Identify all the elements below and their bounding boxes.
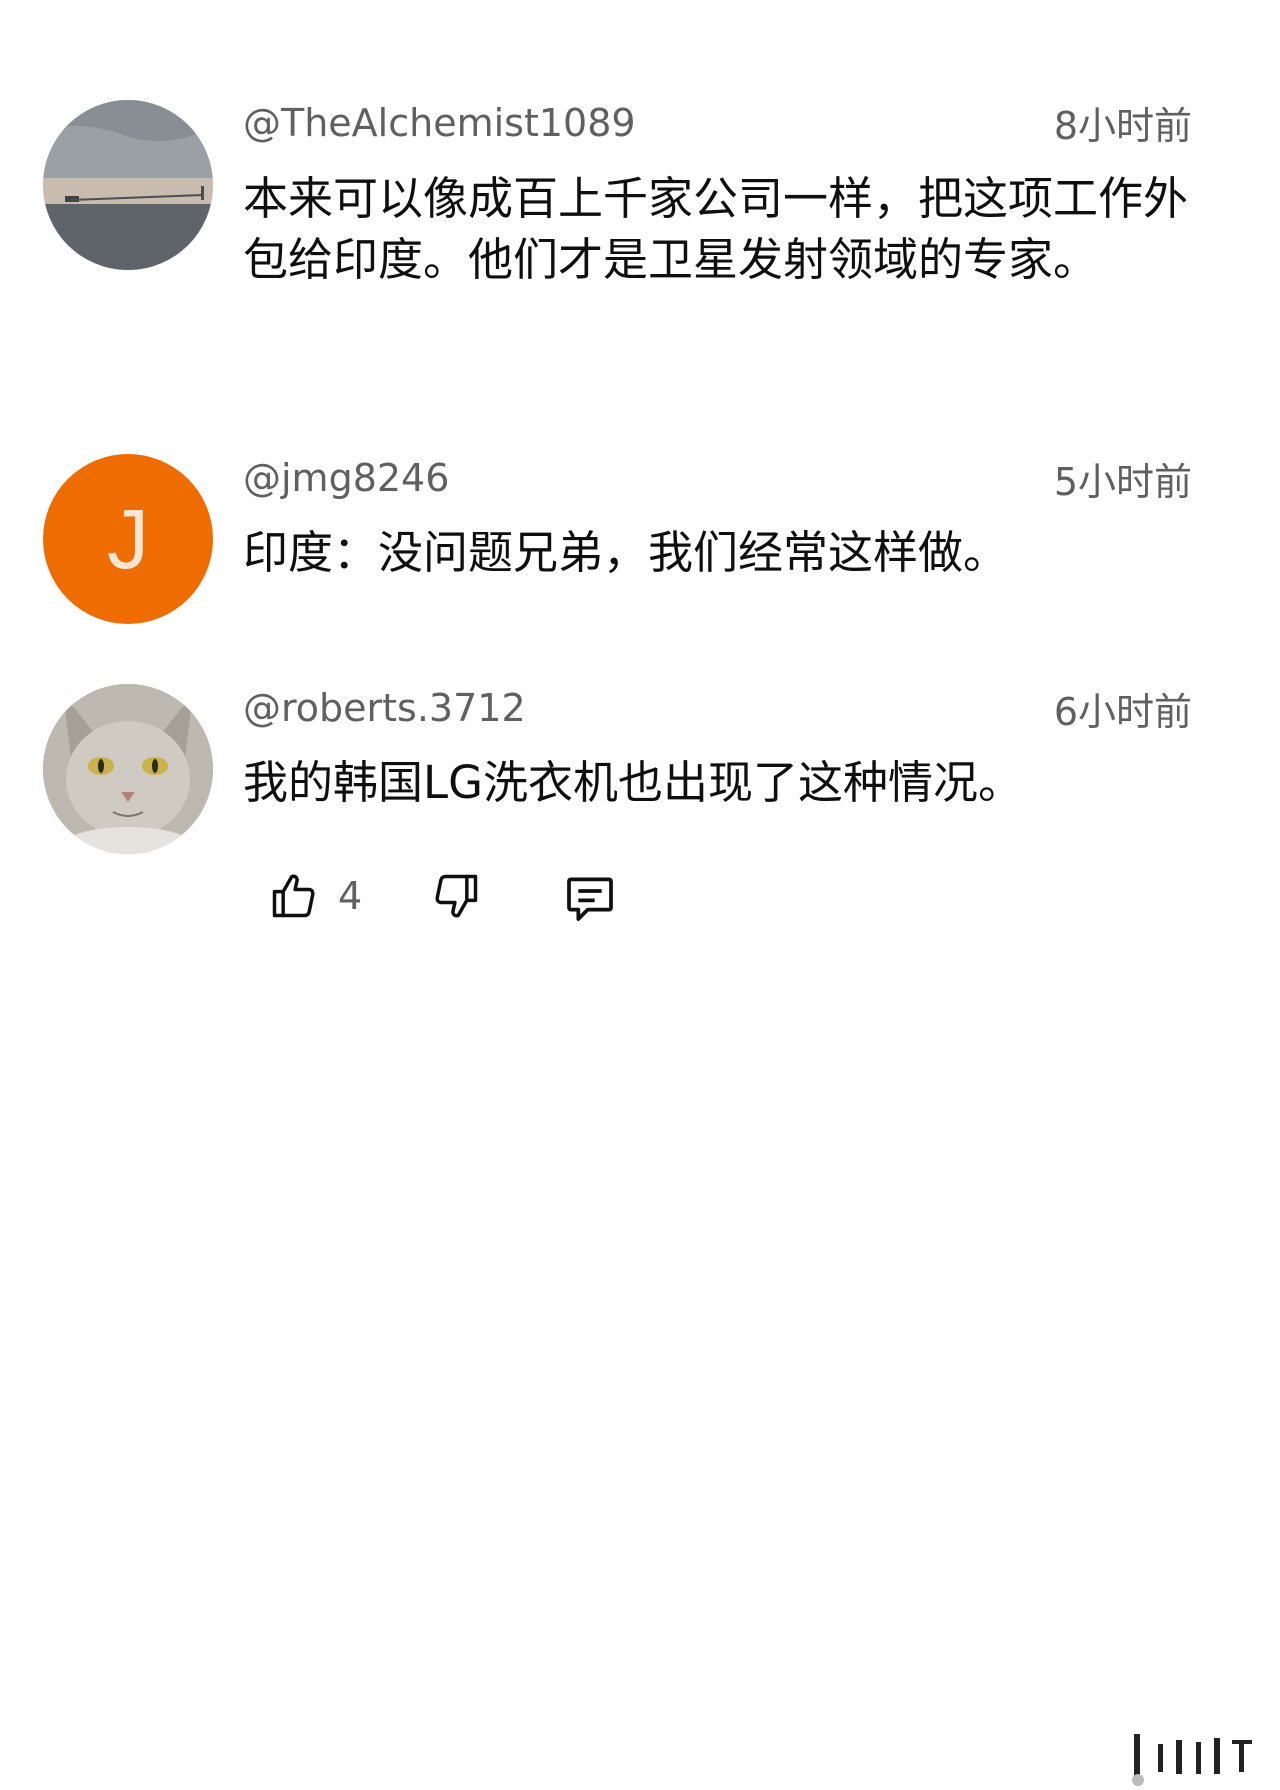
avatar[interactable] bbox=[43, 100, 213, 270]
avatar[interactable] bbox=[43, 684, 213, 854]
comment-time[interactable]: 8小时前 bbox=[1054, 104, 1192, 148]
comment-icon bbox=[567, 877, 613, 921]
like-count: 4 bbox=[338, 874, 363, 918]
comment-time[interactable]: 5小时前 bbox=[1054, 460, 1192, 504]
reply-button[interactable] bbox=[562, 870, 618, 926]
comment-text: 印度：没问题兄弟，我们经常这样做。 bbox=[243, 526, 1009, 579]
comment-author[interactable]: @TheAlchemist1089 bbox=[243, 101, 636, 145]
avatar-letter: J bbox=[107, 491, 149, 586]
comment-author[interactable]: @roberts.3712 bbox=[243, 686, 526, 730]
comment-author[interactable]: @jmg8246 bbox=[243, 456, 449, 500]
like-button[interactable]: 4 bbox=[268, 870, 362, 922]
comment-text: 本来可以像成百上千家公司一样，把这项工作外包给印度。他们才是卫星发射领域的专家。 bbox=[243, 172, 1189, 286]
watermark-icon bbox=[1118, 1734, 1258, 1786]
thumbs-up-icon bbox=[272, 874, 315, 918]
comment-text: 我的韩国LG洗衣机也出现了这种情况。 bbox=[243, 756, 1023, 809]
dislike-button[interactable] bbox=[430, 870, 482, 922]
thumbs-down-icon bbox=[435, 874, 478, 918]
avatar[interactable]: J bbox=[43, 454, 213, 624]
comment-time[interactable]: 6小时前 bbox=[1054, 690, 1192, 734]
comment-actions: 4 bbox=[0, 860, 1280, 1786]
